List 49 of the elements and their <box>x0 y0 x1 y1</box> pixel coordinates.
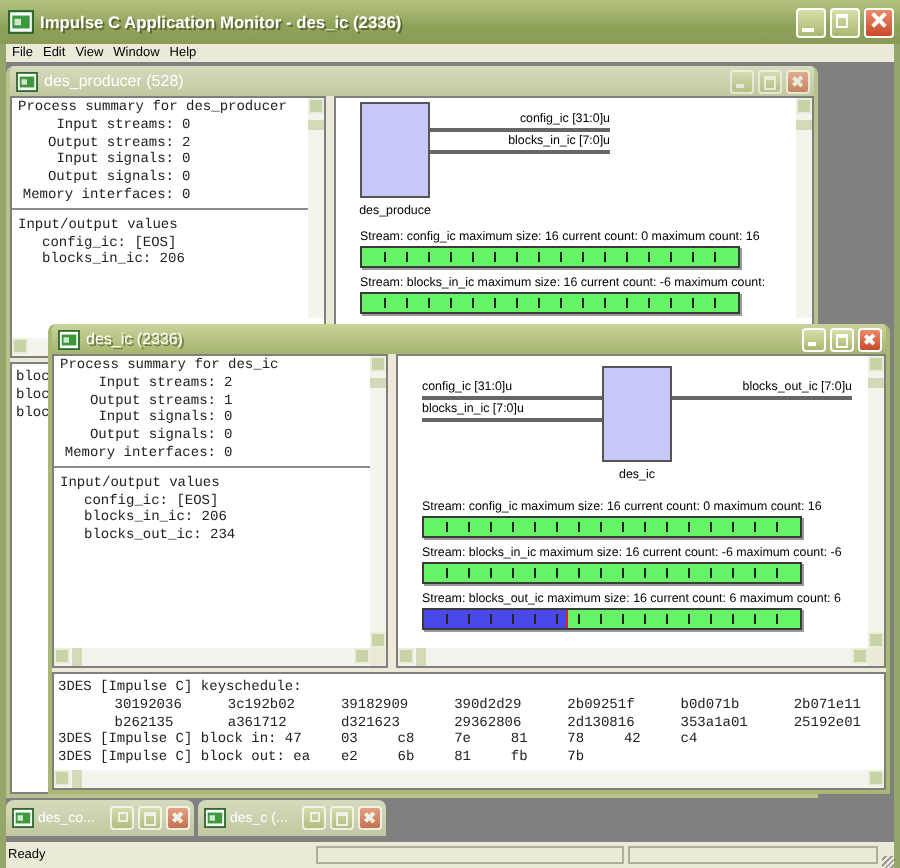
scroll-thumb[interactable] <box>796 120 812 130</box>
scroll-thumb[interactable] <box>416 648 426 666</box>
scroll-right-button[interactable] <box>852 648 868 664</box>
scroll-thumb[interactable] <box>72 770 82 788</box>
horizontal-scrollbar[interactable] <box>54 648 370 666</box>
scroll-up-button[interactable] <box>796 98 812 114</box>
minimize-button[interactable] <box>802 327 826 351</box>
scroll-left-button[interactable] <box>398 648 414 664</box>
scroll-down-button[interactable] <box>868 632 884 648</box>
window-icon <box>204 808 226 828</box>
scrollbar-corner <box>868 648 884 666</box>
window-icon <box>58 329 80 349</box>
maximize-button[interactable] <box>138 806 162 830</box>
scroll-thumb[interactable] <box>308 120 324 130</box>
scroll-down-button[interactable] <box>370 632 386 648</box>
vertical-scrollbar[interactable] <box>868 356 884 648</box>
scroll-thumb[interactable] <box>370 378 386 388</box>
restore-button[interactable] <box>302 806 326 830</box>
close-button[interactable] <box>166 806 190 830</box>
horizontal-scrollbar[interactable] <box>54 770 884 788</box>
scroll-up-button[interactable] <box>308 98 324 114</box>
maximize-button[interactable] <box>330 806 354 830</box>
scroll-left-button[interactable] <box>54 770 70 786</box>
scroll-right-button[interactable] <box>868 770 884 786</box>
window-title: des_ic (2336) <box>86 330 185 348</box>
minimize-button[interactable] <box>796 7 826 37</box>
scroll-up-button[interactable] <box>868 356 884 372</box>
window-title: Impulse C Application Monitor - des_ic (2336) <box>40 12 404 32</box>
window-title: des_producer (528) <box>44 72 186 90</box>
scroll-thumb[interactable] <box>72 648 82 666</box>
maximize-button[interactable] <box>830 7 860 37</box>
resize-grip-icon <box>882 856 894 868</box>
horizontal-scrollbar[interactable] <box>398 648 868 666</box>
scroll-right-button[interactable] <box>354 648 370 664</box>
window-icon <box>12 808 34 828</box>
restore-button[interactable] <box>110 806 134 830</box>
scroll-left-button[interactable] <box>12 338 28 354</box>
window-icon <box>16 71 38 91</box>
scrollbar-corner <box>370 648 386 666</box>
vertical-scrollbar[interactable] <box>370 356 386 648</box>
close-button[interactable] <box>858 327 882 351</box>
scroll-left-button[interactable] <box>54 648 70 664</box>
scroll-thumb[interactable] <box>868 378 884 388</box>
scroll-up-button[interactable] <box>370 356 386 372</box>
close-button[interactable] <box>864 7 894 37</box>
maximize-button[interactable] <box>830 327 854 351</box>
process-block[interactable] <box>602 366 672 462</box>
window-icon <box>8 10 34 34</box>
close-button[interactable] <box>358 806 382 830</box>
